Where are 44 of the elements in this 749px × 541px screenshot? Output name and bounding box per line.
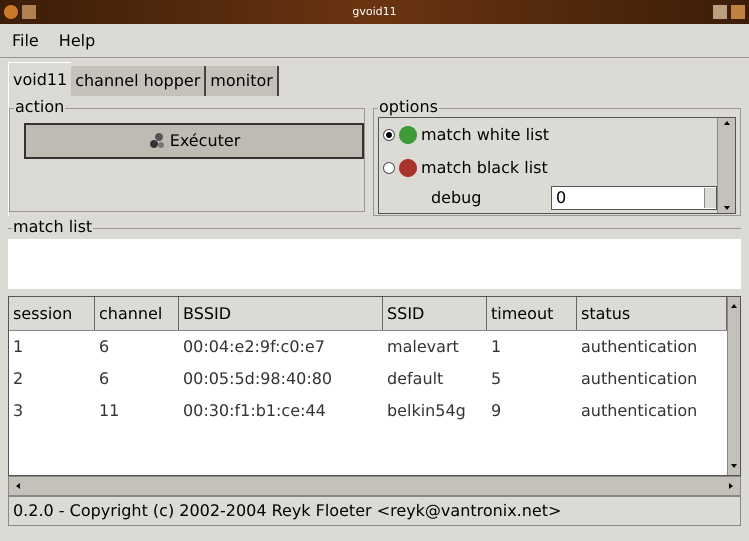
debug-spin-field[interactable]: 0 <box>551 186 717 210</box>
table-cell-text: default <box>386 368 444 390</box>
vertical-scrollbar[interactable] <box>717 118 735 213</box>
debug-label: debug <box>431 187 482 209</box>
column-header[interactable]: timeout <box>487 297 577 330</box>
debug-value: 0 <box>555 187 568 209</box>
table-cell-text: 1 <box>12 336 24 358</box>
menu-item[interactable]: Help <box>54 28 100 52</box>
table-cell-text: 11 <box>98 400 120 422</box>
table-cell-text: authentication <box>580 336 698 358</box>
table-cell-text: 6 <box>98 368 110 390</box>
horizontal-scrollbar[interactable] <box>8 476 741 496</box>
execute-button[interactable]: Exécuter <box>24 123 364 159</box>
table-cell-text: 00:05:5d:98:40:80 <box>182 368 334 390</box>
panel-title: options <box>378 97 439 117</box>
table-cell-text: 00:30:f1:b1:ce:44 <box>182 400 327 422</box>
column-header[interactable]: BSSID <box>179 297 383 330</box>
table-cell-text: 6 <box>98 336 110 358</box>
menu-item[interactable]: File <box>8 28 43 52</box>
table-cell-text: 00:04:e2:9f:c0:e7 <box>182 336 326 358</box>
radio-button[interactable] <box>383 128 395 140</box>
window-menu-icon[interactable] <box>4 5 18 19</box>
table-cell-text: authentication <box>580 400 698 422</box>
table-cell-text: 9 <box>490 400 502 422</box>
tab[interactable]: void11 <box>8 62 72 96</box>
radio-button[interactable] <box>383 162 395 174</box>
table-cell-text: 5 <box>490 368 502 390</box>
radio-label: match white list <box>421 124 550 146</box>
status-text: 0.2.0 - Copyright (c) 2002-2004 Reyk Floeter <reyk@vantronix.net> <box>13 500 562 522</box>
gears-icon <box>148 132 166 150</box>
tab[interactable]: monitor <box>206 66 279 96</box>
column-header[interactable]: channel <box>95 297 179 330</box>
column-header[interactable]: SSID <box>383 297 487 330</box>
table-cell-text: belkin54g <box>386 400 467 422</box>
table-cell-text: 2 <box>12 368 24 390</box>
window-title: gvoid11 <box>351 4 398 20</box>
tab[interactable]: channel hopper <box>71 66 206 96</box>
radio-label: match black list <box>421 156 548 178</box>
table-cell-text: 1 <box>490 336 502 358</box>
table-cell-text: malevart <box>386 336 460 358</box>
column-header[interactable]: session <box>9 297 95 330</box>
table-cell-text: 3 <box>12 400 24 422</box>
vertical-scrollbar[interactable] <box>727 297 740 475</box>
table-cell-text: authentication <box>580 368 698 390</box>
